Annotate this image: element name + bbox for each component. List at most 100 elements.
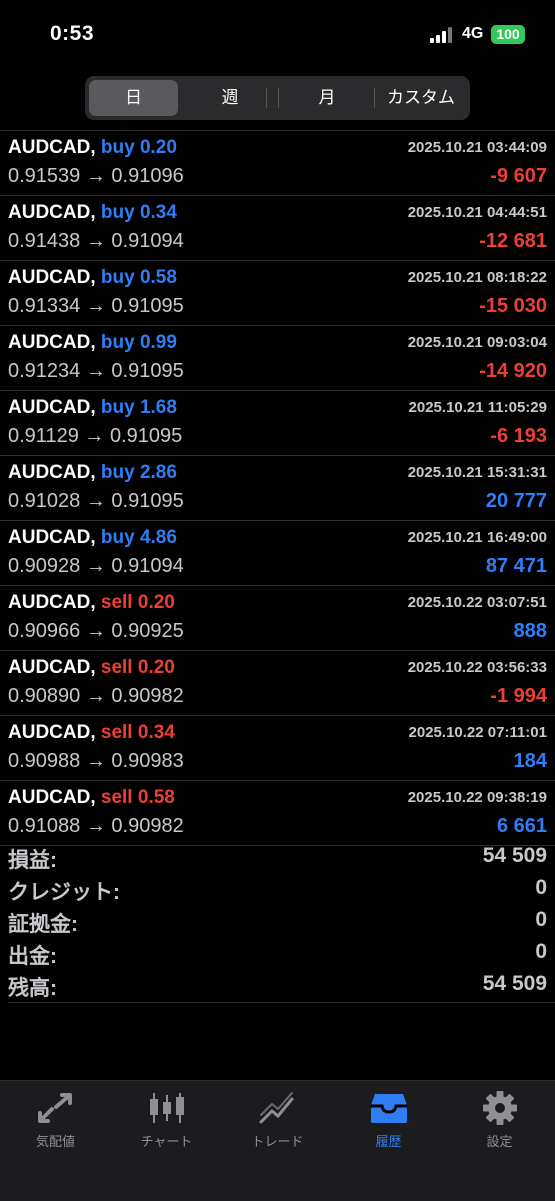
deal-row[interactable]: AUDCAD, sell 0.20 2025.10.22 03:56:33 0.90… (0, 651, 555, 716)
deal-profit: 888 (513, 620, 547, 642)
deal-symbol: AUDCAD, (8, 332, 96, 353)
deal-symbol-line: AUDCAD, sell 0.20 (8, 592, 175, 614)
deal-row[interactable]: AUDCAD, buy 0.99 2025.10.21 09:03:04 0.912… (0, 326, 555, 391)
deal-volume: 0.20 (137, 592, 175, 613)
deal-volume: 1.68 (139, 397, 177, 418)
deal-symbol-line: AUDCAD, buy 4.86 (8, 527, 177, 549)
deal-type: sell (100, 592, 133, 613)
deal-type: buy (100, 332, 135, 353)
deal-row[interactable]: AUDCAD, buy 0.58 2025.10.21 08:18:22 0.913… (0, 261, 555, 326)
deal-open-price: 0.91334 (8, 295, 81, 317)
summary-label: クレジット: (8, 881, 120, 904)
deal-row[interactable]: AUDCAD, buy 0.34 2025.10.21 04:44:51 0.914… (0, 196, 555, 261)
tab-label: 気配値 (35, 1134, 75, 1149)
deal-volume: 0.99 (139, 332, 177, 353)
deal-symbol-line: AUDCAD, sell 0.34 (8, 722, 175, 744)
deal-symbol-line: AUDCAD, sell 0.58 (8, 787, 175, 809)
tab-chart[interactable]: チャート (111, 1091, 222, 1150)
deal-row[interactable]: AUDCAD, buy 0.20 2025.10.21 03:44:09 0.915… (0, 130, 555, 196)
summary-label: 残高: (8, 977, 57, 1000)
arrow-right-icon: → (85, 230, 106, 252)
deal-price-line: 0.91028 → 0.91095 (8, 490, 184, 513)
deal-price-line: 0.91088 → 0.90982 (8, 815, 184, 838)
tab-quotes[interactable]: 気配値 (0, 1091, 111, 1150)
deal-close-price: 0.91094 (111, 555, 184, 577)
status-bar: 0:53 4G 100 (0, 0, 555, 70)
summary-row: クレジット: 0 (0, 874, 555, 906)
deal-open-price: 0.91028 (8, 490, 81, 512)
summary-label: 証拠金: (8, 913, 78, 936)
deal-row[interactable]: AUDCAD, sell 0.58 2025.10.22 09:38:19 0.91… (0, 781, 555, 846)
deal-row[interactable]: AUDCAD, buy 1.68 2025.10.21 11:05:29 0.911… (0, 391, 555, 456)
deal-open-price: 0.90890 (8, 685, 81, 707)
summary-value: 54 509 (482, 972, 547, 995)
history-inbox-icon (370, 1094, 407, 1123)
deal-symbol: AUDCAD, (8, 267, 96, 288)
deal-type: buy (100, 527, 135, 548)
deal-close-price: 0.91096 (111, 165, 184, 187)
deal-close-price: 0.91095 (111, 295, 184, 317)
deal-row[interactable]: AUDCAD, buy 4.86 2025.10.21 16:49:00 0.909… (0, 521, 555, 586)
summary-row: 証拠金: 0 (0, 906, 555, 938)
deal-profit: -12 681 (479, 230, 547, 252)
deal-type: sell (100, 722, 133, 743)
period-segmented-control: 日 週 月 カスタム (85, 76, 470, 120)
deal-time: 2025.10.21 08:18:22 (407, 269, 547, 286)
segment-month[interactable]: 月 (279, 80, 375, 116)
summary-row: 損益: 54 509 (0, 842, 555, 874)
battery-icon: 100 (491, 25, 525, 44)
tab-label: チャート (140, 1134, 193, 1149)
deal-close-price: 0.91094 (111, 230, 184, 252)
segment-week[interactable]: 週 (182, 80, 278, 116)
deal-row[interactable]: AUDCAD, buy 2.86 2025.10.21 15:31:31 0.910… (0, 456, 555, 521)
deal-volume: 0.34 (139, 202, 177, 223)
tab-settings[interactable]: 設定 (444, 1091, 555, 1150)
tab-history[interactable]: 履歴 (333, 1091, 444, 1150)
arrow-right-icon: → (85, 360, 106, 382)
deal-time: 2025.10.21 15:31:31 (407, 464, 547, 481)
tab-label: トレード (251, 1134, 304, 1149)
deal-symbol: AUDCAD, (8, 202, 96, 223)
arrow-right-icon: → (85, 750, 106, 772)
summary-value: 0 (535, 876, 547, 899)
segment-day[interactable]: 日 (89, 80, 178, 116)
deal-close-price: 0.90982 (111, 815, 184, 837)
deal-profit: -14 920 (479, 360, 547, 382)
summary-value: 0 (535, 908, 547, 931)
summary-value: 54 509 (482, 844, 547, 867)
deal-symbol: AUDCAD, (8, 137, 96, 158)
arrow-right-icon: → (85, 295, 106, 317)
deal-time: 2025.10.22 09:38:19 (407, 789, 547, 806)
segment-custom[interactable]: カスタム (375, 80, 467, 116)
deal-time: 2025.10.21 16:49:00 (407, 529, 547, 546)
summary-row: 残高: 54 509 (0, 970, 555, 1002)
tab-label: 履歴 (375, 1134, 402, 1149)
deal-profit: 20 777 (485, 490, 547, 512)
deal-type: buy (100, 462, 135, 483)
deal-price-line: 0.91539 → 0.91096 (8, 165, 184, 188)
deal-open-price: 0.91539 (8, 165, 81, 187)
arrow-right-icon: → (85, 685, 106, 707)
tab-trade[interactable]: トレード (222, 1091, 333, 1150)
deal-row[interactable]: AUDCAD, sell 0.20 2025.10.22 03:07:51 0.90… (0, 586, 555, 651)
deal-volume: 4.86 (139, 527, 177, 548)
arrow-right-icon: → (85, 490, 106, 512)
deal-symbol: AUDCAD, (8, 397, 96, 418)
deal-symbol-line: AUDCAD, buy 0.58 (8, 267, 177, 289)
bottom-tab-bar: 気配値 チャート トレード 履歴 設定 (0, 1080, 555, 1201)
deal-time: 2025.10.22 03:07:51 (407, 594, 547, 611)
deal-close-price: 0.90925 (111, 620, 184, 642)
deal-price-line: 0.91234 → 0.91095 (8, 360, 184, 383)
deal-time: 2025.10.22 07:11:01 (408, 724, 547, 741)
deal-price-line: 0.90890 → 0.90982 (8, 685, 184, 708)
candlestick-chart-icon (149, 1093, 184, 1123)
deal-type: sell (100, 787, 133, 808)
deal-close-price: 0.91095 (109, 425, 183, 447)
deal-row[interactable]: AUDCAD, sell 0.34 2025.10.22 07:11:01 0.90… (0, 716, 555, 781)
deal-time: 2025.10.22 03:56:33 (407, 659, 547, 676)
deal-open-price: 0.90966 (8, 620, 81, 642)
deal-symbol-line: AUDCAD, buy 0.34 (8, 202, 177, 224)
summary-section: 損益: 54 509 クレジット: 0 証拠金: 0 出金: 0 残高: 54 509 (0, 842, 555, 1002)
deal-time: 2025.10.21 04:44:51 (407, 204, 547, 221)
network-type: 4G (462, 25, 484, 42)
